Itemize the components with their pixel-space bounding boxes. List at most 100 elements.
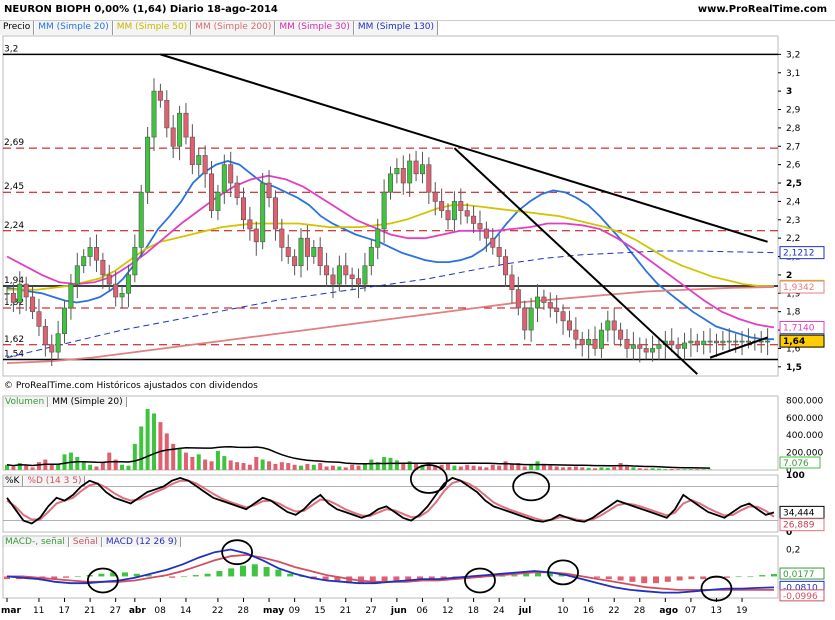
price-y-tick-label: 3,1 (786, 69, 800, 79)
candle-body (304, 237, 310, 257)
trendline (709, 336, 768, 359)
candle-body (624, 338, 630, 349)
macd-histogram-bar (511, 575, 518, 577)
candle-body (189, 136, 195, 165)
price-level-label: 2,24 (4, 221, 24, 231)
volume-bar (132, 443, 137, 470)
macd-histogram-bar (240, 565, 246, 577)
x-tick-label: 27 (110, 606, 121, 616)
macd-histogram-bar (275, 569, 282, 577)
volume-bar (497, 465, 502, 470)
candle-body (675, 344, 681, 349)
price-y-tick-label: 1,5 (786, 363, 802, 373)
candle-body (682, 342, 688, 349)
candle-body (630, 344, 636, 349)
candle-body (688, 340, 694, 344)
price-level-label: 2,45 (4, 182, 24, 192)
candle-body (503, 256, 509, 276)
volume-y-tick-label: 600.000 (786, 414, 823, 424)
candle-body (164, 100, 170, 129)
candle-body (336, 265, 342, 285)
volume-bar (484, 467, 489, 470)
candle-body (17, 283, 23, 303)
candle-body (496, 247, 502, 257)
volume-bar (490, 464, 495, 470)
candle-body (74, 265, 80, 285)
volume-bar (599, 467, 604, 470)
candle-body (490, 237, 496, 248)
candle-body (240, 197, 246, 221)
volume-bar (152, 413, 157, 470)
volume-bar (209, 461, 214, 470)
candle-body (132, 247, 138, 276)
macd-annotation-circle (464, 567, 496, 594)
price-y-tick-label: 2,9 (786, 106, 801, 116)
candle-body (138, 191, 144, 248)
macd-histogram-bar (594, 576, 600, 578)
x-tick-label: 12 (442, 606, 453, 616)
x-tick-label: 16 (583, 606, 595, 616)
volume-bar (650, 468, 655, 470)
volume-bar (292, 464, 297, 470)
candle-body (279, 228, 285, 248)
macd-histogram-bar (771, 574, 777, 577)
x-tick-label: 24 (493, 606, 505, 616)
volume-bar (337, 466, 342, 470)
candle-body (228, 164, 234, 184)
candle-body (81, 256, 87, 267)
volume-bar (535, 461, 540, 470)
volume-y-tick-label: 800.000 (786, 396, 823, 406)
volume-bar (369, 459, 374, 470)
volume-bar (458, 466, 463, 470)
candle-body (726, 340, 732, 343)
candle-body (30, 296, 36, 312)
macd-histogram-bar (499, 576, 506, 578)
stoch-k-value: 34,444 (783, 508, 815, 518)
macd-value-label: -0,0996 (783, 592, 818, 602)
volume-bar (682, 469, 687, 470)
volume-bar (477, 466, 482, 470)
volume-bar (215, 450, 220, 470)
macd-histogram-bar (216, 571, 223, 577)
macd-histogram-bar (251, 564, 258, 577)
volume-bar (183, 452, 188, 470)
candle-body (368, 247, 374, 267)
candle-body (177, 112, 183, 147)
candle-body (4, 292, 10, 295)
candle-body (356, 278, 362, 285)
x-tick-label: may (263, 606, 284, 616)
volume-bar (522, 466, 527, 470)
macd-value-label: 0,0177 (783, 570, 815, 580)
candle-body (483, 228, 489, 239)
volume-bar (330, 465, 335, 470)
volume-bar (94, 466, 99, 470)
volume-bar (273, 463, 278, 470)
candle-body (311, 247, 317, 257)
volume-bar (68, 452, 73, 470)
volume-bar (49, 464, 54, 470)
candle-body (100, 259, 106, 276)
volume-bar (305, 463, 310, 470)
volume-bar (612, 466, 617, 470)
candle-body (637, 344, 643, 349)
volume-bar (177, 448, 182, 470)
candle-body (145, 136, 151, 193)
candle-body (522, 307, 528, 331)
candle-body (739, 340, 745, 343)
candle-body (362, 265, 368, 285)
macd-histogram-bar (629, 576, 636, 582)
x-tick-label: jul (518, 606, 532, 616)
x-tick-label: ago (659, 606, 678, 616)
macd-histogram-bar (393, 576, 400, 581)
candle-body (605, 320, 611, 331)
candle-body (471, 215, 477, 224)
x-tick-label: 21 (340, 606, 351, 616)
price-y-tick-label: 2,2 (786, 234, 800, 244)
macd-histogram-bar (676, 576, 683, 581)
volume-bar (75, 456, 80, 470)
volume-bar (561, 467, 566, 470)
x-tick-label: 15 (314, 606, 325, 616)
candle-body (586, 338, 592, 346)
volume-bar (139, 426, 144, 470)
x-tick-label: 27 (365, 606, 376, 616)
